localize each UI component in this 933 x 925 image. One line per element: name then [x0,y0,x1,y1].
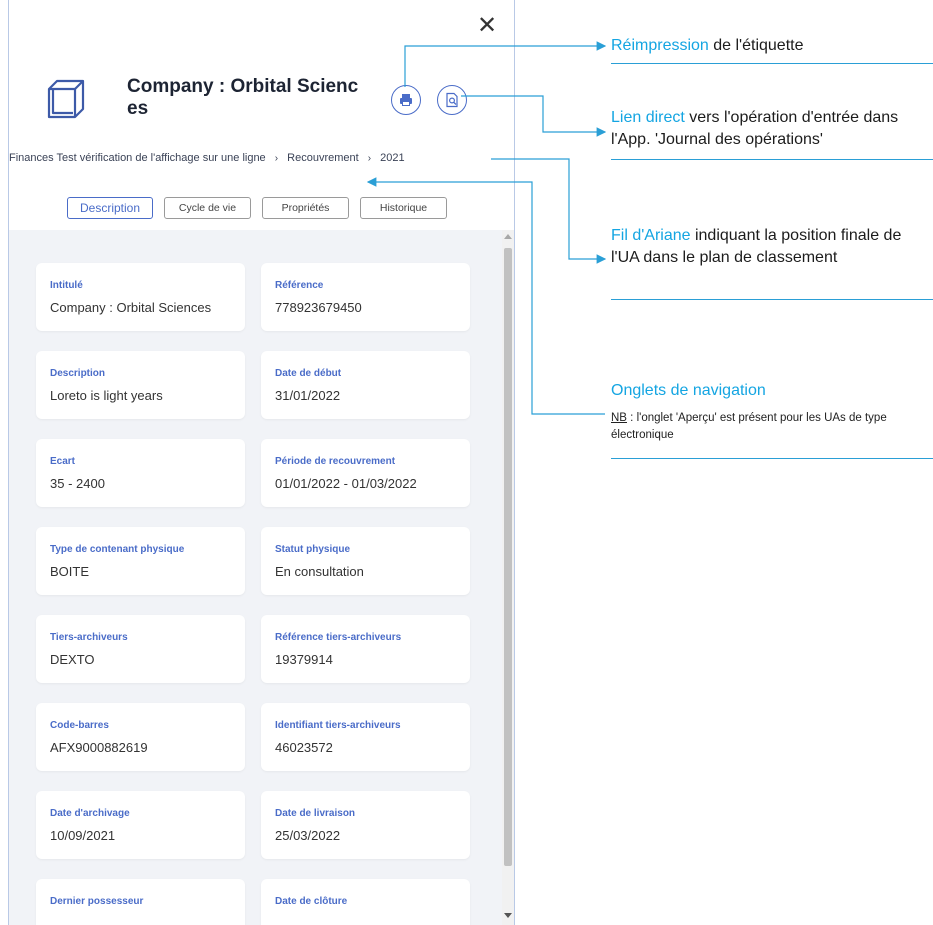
annotation-highlight: Onglets de navigation [611,382,766,399]
field-card: Période de recouvrement 01/01/2022 - 01/0… [261,439,470,507]
breadcrumb-item[interactable]: 2021 [380,152,404,164]
breadcrumb-item[interactable]: Finances Test vérification de l'affichag… [9,152,266,164]
field-label: Référence [275,280,324,291]
annotation-tabs: Onglets de navigation NB : l'onglet 'Ape… [611,380,933,459]
detail-panel: ✕ Company : Orbital Sciences Finances Te… [8,0,515,925]
field-value: 35 - 2400 [50,476,105,491]
field-value: 31/01/2022 [275,388,341,403]
annotation-reprint: Réimpression de l'étiquette [611,35,933,64]
annotation-breadcrumb: Fil d'Ariane indiquant la position final… [611,225,933,300]
scroll-up-arrow-icon[interactable] [504,234,512,239]
annotation-note-nb: NB [611,412,627,424]
tab-description[interactable]: Description [67,197,153,219]
field-label: Date de livraison [275,808,356,819]
direct-link-button[interactable] [437,85,467,115]
chevron-right-icon: › [274,152,279,164]
field-value: En consultation [275,564,364,579]
field-label: Intitulé [50,280,83,291]
scrollbar[interactable] [502,230,514,925]
field-card: Date de livraison 25/03/2022 [261,791,470,859]
field-label: Référence tiers-archiveurs [275,632,402,643]
field-label: Tiers-archiveurs [50,632,128,643]
field-label: Identifiant tiers-archiveurs [275,720,401,731]
field-card: Référence tiers-archiveurs 19379914 [261,615,470,683]
field-card: Ecart 35 - 2400 [36,439,245,507]
field-card: Intitulé Company : Orbital Sciences [36,263,245,331]
field-label: Date de début [275,368,342,379]
breadcrumb: Finances Test vérification de l'affichag… [9,152,514,164]
field-card: Code-barres AFX9000882619 [36,703,245,771]
details-content: Intitulé Company : Orbital Sciences Référ… [9,230,502,925]
tab-lifecycle[interactable]: Cycle de vie [164,197,251,219]
annotation-highlight: Réimpression [611,37,709,54]
field-value: 778923679450 [275,300,362,315]
page-title: Company : Orbital Sciences [127,76,359,119]
field-card: Référence 778923679450 [261,263,470,331]
field-value: 19379914 [275,652,333,667]
field-card: Description Loreto is light years [36,351,245,419]
field-value: BOITE [50,564,90,579]
annotation-highlight: Lien direct [611,109,685,126]
annotation-note: NB : l'onglet 'Aperçu' est présent pour … [611,410,933,444]
annotation-direct-link: Lien direct vers l'opération d'entrée da… [611,107,933,160]
field-value: Loreto is light years [50,388,163,403]
box-icon [47,79,85,119]
field-card: Date d'archivage 10/09/2021 [36,791,245,859]
field-card: Type de contenant physique BOITE [36,527,245,595]
field-value: AFX9000882619 [50,740,148,755]
field-card: Tiers-archiveurs DEXTO [36,615,245,683]
scroll-down-arrow-icon[interactable] [504,913,512,918]
printer-icon [400,94,412,106]
field-card: Statut physique En consultation [261,527,470,595]
field-label: Dernier possesseur [50,896,144,907]
field-value: 46023572 [275,740,333,755]
field-label: Période de recouvrement [275,456,396,467]
field-value: Company : Orbital Sciences [50,300,212,315]
field-label: Ecart [50,456,76,467]
field-label: Code-barres [50,720,109,731]
field-value: 01/01/2022 - 01/03/2022 [275,476,417,491]
annotation-note-text: : l'onglet 'Aperçu' est présent pour les… [611,412,887,441]
panel-header: ✕ Company : Orbital Sciences Finances Te… [9,0,514,230]
field-label: Type de contenant physique [50,544,185,555]
field-card: Identifiant tiers-archiveurs 46023572 [261,703,470,771]
field-card: Dernier possesseur [36,879,245,925]
field-label: Statut physique [275,544,351,555]
field-value: DEXTO [50,652,95,667]
field-value: 25/03/2022 [275,828,341,843]
chevron-right-icon: › [367,152,372,164]
reprint-label-button[interactable] [391,85,421,115]
field-label: Description [50,368,106,379]
tab-properties[interactable]: Propriétés [262,197,349,219]
annotation-highlight: Fil d'Ariane [611,227,691,244]
field-card: Date de début 31/01/2022 [261,351,470,419]
field-value: 10/09/2021 [50,828,116,843]
breadcrumb-item[interactable]: Recouvrement [287,152,359,164]
close-icon[interactable]: ✕ [475,13,499,38]
document-search-icon [446,92,458,108]
field-label: Date d'archivage [50,808,130,819]
field-label: Date de clôture [275,896,348,907]
field-card: Date de clôture [261,879,470,925]
annotation-text: de l'étiquette [708,37,804,54]
scrollbar-thumb[interactable] [504,248,512,866]
tab-history[interactable]: Historique [360,197,447,219]
